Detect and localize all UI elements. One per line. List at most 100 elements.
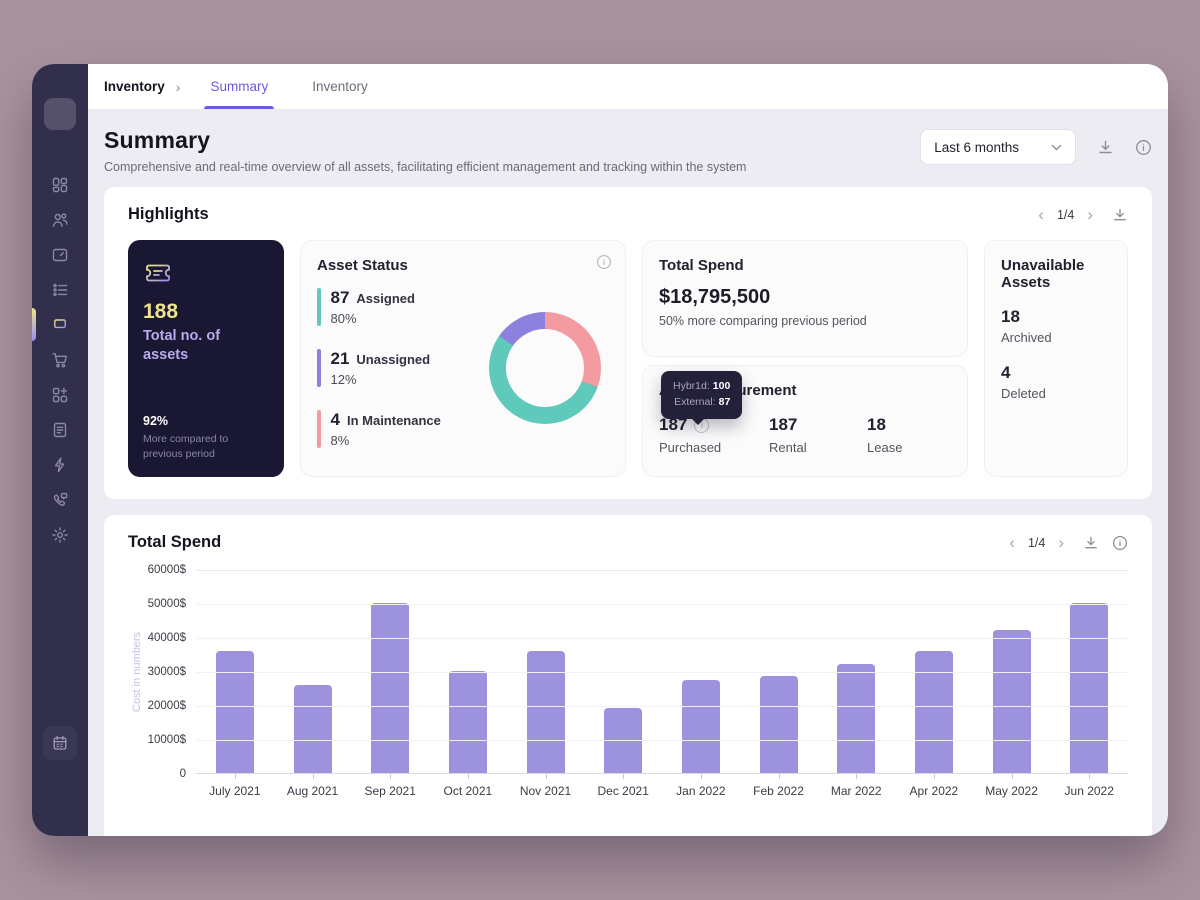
stat-label: Rental	[769, 440, 867, 455]
total-spend-subtitle: 50% more comparing previous period	[659, 314, 951, 328]
stat-value: 4	[1001, 363, 1111, 383]
download-button[interactable]	[1097, 139, 1114, 156]
asset-status-card: Asset Status 87 Assigned	[300, 240, 626, 477]
gridline	[196, 570, 1128, 571]
page-next-button[interactable]: ›	[1058, 534, 1064, 551]
y-tick-label: 30000$	[148, 666, 186, 678]
bar-feb-2022	[760, 676, 798, 773]
page-prev-button[interactable]: ‹	[1038, 206, 1044, 223]
plot-area: July 2021Aug 2021Sep 2021Oct 2021Nov 202…	[196, 570, 1128, 798]
breadcrumb-item[interactable]: Inventory	[104, 79, 165, 94]
sidebar-item-checklist[interactable]	[32, 272, 88, 307]
sidebar-item-phone-chat[interactable]	[32, 482, 88, 517]
y-tick-label: 0	[180, 768, 186, 780]
tooltip-row: External:87	[673, 394, 730, 410]
sidebar-item-document[interactable]	[32, 412, 88, 447]
stat-lease: 18 Lease	[867, 415, 902, 455]
page-prev-button[interactable]: ‹	[1009, 534, 1015, 551]
tab-summary[interactable]: Summary	[208, 64, 270, 109]
x-tick-label: Jun 2022	[1050, 774, 1128, 798]
settings-gear-icon	[51, 526, 69, 544]
download-icon	[1112, 207, 1128, 223]
chevron-right-icon: ›	[176, 79, 181, 95]
info-icon[interactable]	[596, 254, 612, 275]
legend-label: In Maintenance	[347, 413, 441, 428]
asset-procurement-card: Asset Procurement 187 i Purchased 187	[642, 365, 968, 477]
x-tick-label: May 2022	[973, 774, 1051, 798]
period-select[interactable]: Last 6 months	[920, 129, 1076, 165]
info-button[interactable]	[1112, 535, 1128, 551]
chevron-down-icon	[1051, 144, 1062, 151]
active-indicator	[32, 308, 36, 341]
legend-item-assigned: 87 Assigned 80%	[317, 288, 489, 326]
stat-label: Purchased	[659, 440, 769, 455]
unavailable-assets-card: Unavailable Assets 18 Archived 4 Deleted	[984, 240, 1128, 477]
legend-percent: 8%	[331, 433, 441, 448]
stat-purchased: 187 i Purchased	[659, 415, 769, 455]
phone-chat-icon	[51, 491, 69, 509]
x-tick-label: Mar 2022	[817, 774, 895, 798]
page-subtitle: Comprehensive and real-time overview of …	[104, 160, 746, 174]
tab-inventory[interactable]: Inventory	[310, 64, 370, 109]
x-tick-label: Sep 2021	[351, 774, 429, 798]
page-header-text: Summary Comprehensive and real-time over…	[104, 127, 746, 174]
total-spend-tools: ‹ 1/4 ›	[1009, 534, 1128, 551]
sidebar-item-zap[interactable]	[32, 447, 88, 482]
total-spend-bar-chart: Cost in numbers 60000$50000$40000$30000$…	[128, 570, 1128, 798]
apps-add-icon	[51, 386, 69, 404]
y-tick-label: 10000$	[148, 734, 186, 746]
bar-may-2022	[993, 630, 1031, 773]
total-assets-label: Total no. of assets	[143, 327, 269, 365]
tick-mark	[390, 774, 391, 779]
gridline	[196, 740, 1128, 741]
highlights-section: Highlights ‹ 1/4 › 18	[104, 187, 1152, 499]
stat-label: Archived	[1001, 330, 1111, 345]
tab-label: Inventory	[312, 79, 368, 94]
legend-label: Unassigned	[356, 352, 430, 367]
tooltip-value: 100	[713, 380, 731, 392]
bar-oct-2021	[449, 671, 487, 773]
download-button[interactable]	[1083, 535, 1099, 551]
gridline	[196, 706, 1128, 707]
breadcrumb: Inventory ›	[104, 64, 180, 109]
bar-aug-2021	[294, 685, 332, 773]
cart-icon	[51, 351, 69, 369]
asset-card-icon	[51, 246, 69, 264]
total-assets-value: 188	[143, 300, 269, 324]
bar-apr-2022	[915, 651, 953, 773]
app-window: Inventory › Summary Inventory Summary Co…	[32, 64, 1168, 836]
asset-status-donut-chart	[489, 312, 601, 424]
laptop-assets-icon	[51, 316, 69, 334]
sidebar-item-laptop-assets[interactable]	[32, 307, 88, 342]
bar-jun-2022	[1070, 603, 1108, 773]
sidebar-item-settings-gear[interactable]	[32, 517, 88, 552]
tick-mark	[1012, 774, 1013, 779]
sidebar-item-dashboard-grid[interactable]	[32, 167, 88, 202]
info-button[interactable]	[1135, 139, 1152, 156]
procurement-tooltip: Hybr1d:100 External:87	[661, 371, 742, 419]
sidebar-item-cart[interactable]	[32, 342, 88, 377]
pagination-label: 1/4	[1028, 536, 1045, 550]
x-axis-labels: July 2021Aug 2021Sep 2021Oct 2021Nov 202…	[196, 774, 1128, 798]
app-logo	[44, 98, 76, 130]
gridline	[196, 672, 1128, 673]
tick-mark	[235, 774, 236, 779]
bar-nov-2021	[527, 651, 565, 773]
pagination-label: 1/4	[1057, 208, 1074, 222]
stat-value: 18	[867, 415, 886, 435]
highlights-header: Highlights ‹ 1/4 ›	[128, 205, 1128, 224]
sidebar-item-asset-card[interactable]	[32, 237, 88, 272]
page-next-button[interactable]: ›	[1087, 206, 1093, 223]
sidebar-item-team-users[interactable]	[32, 202, 88, 237]
main-area: Inventory › Summary Inventory Summary Co…	[88, 64, 1168, 836]
highlights-cards: 188 Total no. of assets 92% More compare…	[128, 240, 1128, 477]
total-spend-value: $18,795,500	[659, 286, 951, 309]
legend-color-bar	[317, 288, 321, 326]
x-tick-label: Apr 2022	[895, 774, 973, 798]
x-tick-label: Oct 2021	[429, 774, 507, 798]
sidebar-item-apps-add[interactable]	[32, 377, 88, 412]
download-icon	[1097, 139, 1114, 156]
calendar-button[interactable]	[43, 726, 77, 760]
download-button[interactable]	[1112, 207, 1128, 223]
total-spend-header: Total Spend ‹ 1/4 ›	[128, 533, 1128, 552]
